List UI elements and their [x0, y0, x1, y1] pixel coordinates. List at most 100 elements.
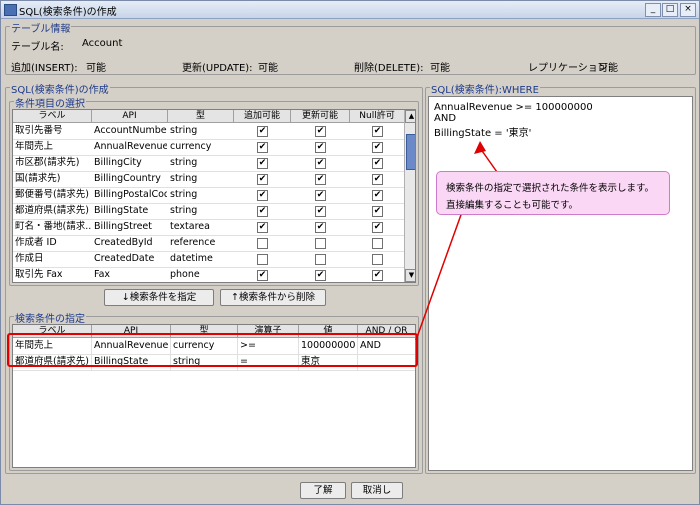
checkbox-insert[interactable]: ✔ — [257, 190, 268, 201]
callout-box: 検索条件の指定で選択された条件を表示します。 直接編集することも可能です。 — [436, 171, 670, 215]
checkbox-update[interactable]: ✔ — [315, 206, 326, 217]
remove-condition-button[interactable]: ↑検索条件から削除 — [220, 289, 326, 306]
table-info-title: テーブル情報 — [10, 20, 72, 35]
table-row[interactable]: 都道府県(請求先) BillingState string ✔ ✔ ✔ — [13, 203, 404, 220]
field-table: ラベル API 型 追加可能 更新可能 Null許可 取引先番号 AccountN… — [12, 109, 416, 283]
checkbox-update[interactable]: ✔ — [315, 270, 326, 281]
row-api-cell: BillingCity — [94, 157, 142, 168]
checkbox-nullable[interactable] — [372, 254, 383, 265]
row-api-cell: AccountNumber — [94, 125, 167, 136]
ok-button[interactable]: 了解 — [300, 482, 346, 499]
condition-items-group: 条件項目の選択 ラベル API 型 追加可能 更新可能 Null許可 取引先番号… — [9, 95, 419, 286]
checkbox-update[interactable]: ✔ — [315, 190, 326, 201]
update-value: 可能 — [258, 63, 278, 74]
checkbox-insert[interactable] — [257, 254, 268, 265]
table-row[interactable]: 作成日 CreatedDate datetime — [13, 251, 404, 268]
field-table-scrollbar[interactable]: ▲ ▼ — [404, 110, 415, 282]
table-row[interactable]: 取引先番号 AccountNumber string ✔ ✔ ✔ — [13, 123, 404, 140]
col-update-header[interactable]: 更新可能 — [291, 110, 350, 122]
row-type-cell: textarea — [170, 221, 210, 232]
row-type-cell: string — [170, 157, 198, 168]
checkbox-nullable[interactable]: ✔ — [372, 158, 383, 169]
checkbox-insert[interactable]: ✔ — [257, 158, 268, 169]
update-label: 更新(UPDATE): — [182, 63, 253, 74]
checkbox-update[interactable] — [315, 254, 326, 265]
where-line-1: AnnualRevenue >= 100000000 — [434, 102, 593, 113]
checkbox-insert[interactable]: ✔ — [257, 270, 268, 281]
table-row[interactable]: 郵便番号(請求先) BillingPostalCodestring ✔ ✔ ✔ — [13, 187, 404, 204]
minimize-button[interactable]: _ — [645, 3, 661, 17]
table-row[interactable]: 市区郡(請求先) BillingCity string ✔ ✔ ✔ — [13, 155, 404, 172]
checkbox-insert[interactable]: ✔ — [257, 174, 268, 185]
checkbox-insert[interactable] — [257, 238, 268, 249]
checkbox-nullable[interactable]: ✔ — [372, 174, 383, 185]
row-type-cell: string — [170, 189, 198, 200]
table-row[interactable]: 国(請求先) BillingCountry string ✔ ✔ ✔ — [13, 171, 404, 188]
scroll-up-icon[interactable]: ▲ — [405, 110, 415, 123]
app-icon — [4, 4, 17, 16]
checkbox-update[interactable]: ✔ — [315, 174, 326, 185]
delete-label: 削除(DELETE): — [354, 63, 424, 74]
col-label-header[interactable]: ラベル — [13, 110, 92, 122]
col-null-header[interactable]: Null許可 — [350, 110, 405, 122]
checkbox-nullable[interactable] — [372, 238, 383, 249]
callout-line-2: 直接編集することも可能です。 — [446, 200, 579, 211]
row-label-cell: 取引先番号 — [15, 125, 63, 136]
insert-value: 可能 — [86, 63, 106, 74]
checkbox-insert[interactable]: ✔ — [257, 222, 268, 233]
checkbox-insert[interactable]: ✔ — [257, 142, 268, 153]
row-api-cell: AnnualRevenue — [94, 141, 167, 152]
row-type-cell: currency — [170, 141, 212, 152]
checkbox-insert[interactable]: ✔ — [257, 126, 268, 137]
table-row[interactable]: 年間売上 AnnualRevenue currency ✔ ✔ ✔ — [13, 139, 404, 156]
checkbox-nullable[interactable]: ✔ — [372, 222, 383, 233]
checkbox-update[interactable]: ✔ — [315, 222, 326, 233]
row-label-cell: 都道府県(請求先) — [15, 205, 89, 216]
condition-items-title: 条件項目の選択 — [14, 95, 86, 110]
window-title: SQL(検索条件)の作成 — [19, 7, 117, 18]
col-type-header[interactable]: 型 — [168, 110, 234, 122]
criteria-title: 検索条件の指定 — [14, 310, 86, 325]
row-label-cell: 市区郡(請求先) — [15, 157, 80, 168]
row-api-cell: BillingState — [94, 205, 149, 216]
table-name-label: テーブル名: — [11, 42, 64, 53]
col-insert-header[interactable]: 追加可能 — [234, 110, 291, 122]
sql-create-group: SQL(検索条件)の作成 条件項目の選択 ラベル API 型 追加可能 更新可能… — [5, 81, 423, 474]
insert-label: 追加(INSERT): — [11, 63, 78, 74]
sql-create-title: SQL(検索条件)の作成 — [10, 81, 110, 96]
scroll-down-icon[interactable]: ▼ — [405, 269, 415, 282]
close-button[interactable]: × — [680, 3, 696, 17]
row-type-cell: string — [170, 173, 198, 184]
checkbox-nullable[interactable]: ✔ — [372, 126, 383, 137]
checkbox-nullable[interactable]: ✔ — [372, 206, 383, 217]
checkbox-update[interactable]: ✔ — [315, 158, 326, 169]
scroll-thumb[interactable] — [406, 134, 415, 170]
checkbox-nullable[interactable]: ✔ — [372, 142, 383, 153]
checkbox-nullable[interactable]: ✔ — [372, 270, 383, 281]
delete-value: 可能 — [430, 63, 450, 74]
row-label-cell: 町名・番地(請求... — [15, 221, 91, 232]
maximize-button[interactable]: □ — [662, 3, 678, 17]
cancel-button[interactable]: 取消し — [351, 482, 403, 499]
checkbox-insert[interactable]: ✔ — [257, 206, 268, 217]
table-row[interactable]: 取引先 Fax Fax phone ✔ ✔ ✔ — [13, 267, 404, 282]
row-label-cell: 取引先 Fax — [15, 269, 63, 280]
checkbox-update[interactable] — [315, 238, 326, 249]
checkbox-update[interactable]: ✔ — [315, 126, 326, 137]
row-label-cell: 作成日 — [15, 253, 44, 264]
col-api-header[interactable]: API — [92, 110, 168, 122]
table-row[interactable]: 町名・番地(請求... BillingStreet textarea ✔ ✔ ✔ — [13, 219, 404, 236]
row-label-cell: 国(請求先) — [15, 173, 61, 184]
add-condition-button[interactable]: ↓検索条件を指定 — [104, 289, 214, 306]
title-bar: SQL(検索条件)の作成 _ □ × — [1, 1, 699, 19]
where-textarea[interactable]: AnnualRevenue >= 100000000 AND BillingSt… — [428, 96, 693, 471]
field-table-header: ラベル API 型 追加可能 更新可能 Null許可 — [13, 110, 405, 123]
criteria-highlight — [7, 333, 418, 367]
where-line-3: BillingState = '東京' — [434, 128, 532, 139]
where-title: SQL(検索条件):WHERE — [430, 81, 540, 96]
row-type-cell: string — [170, 125, 198, 136]
checkbox-update[interactable]: ✔ — [315, 142, 326, 153]
table-row[interactable]: 作成者 ID CreatedById reference — [13, 235, 404, 252]
dialog-window: SQL(検索条件)の作成 _ □ × テーブル情報 テーブル名: Account… — [0, 0, 700, 505]
checkbox-nullable[interactable]: ✔ — [372, 190, 383, 201]
